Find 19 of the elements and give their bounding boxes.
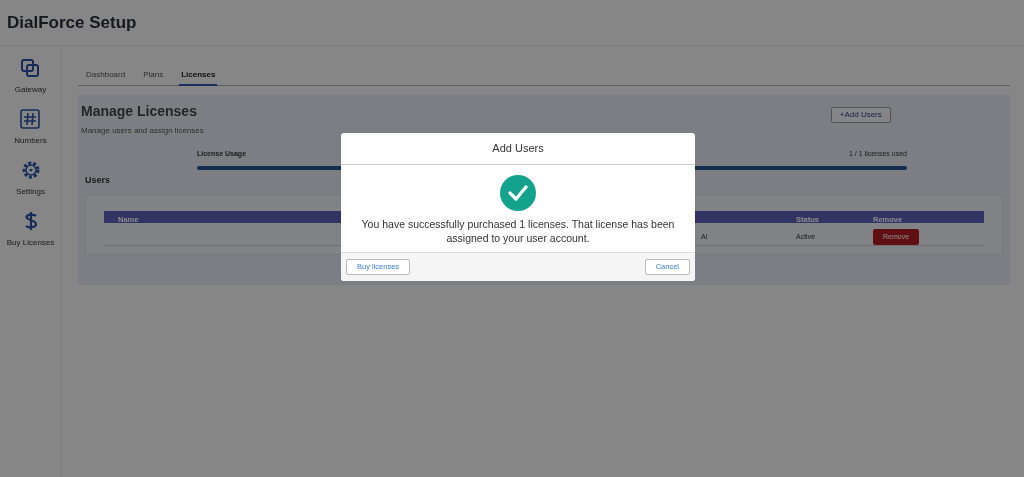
dollar-icon	[23, 211, 38, 231]
sidebar-item[interactable]: Settings	[16, 186, 45, 198]
dialog-title: Add Users	[492, 141, 544, 157]
add-users-button[interactable]: +Add Users	[830, 107, 891, 123]
dialog-message: You have successfully purchased 1 licenses. That license has been assigned to your user account.	[360, 217, 676, 245]
tab[interactable]: Licenses	[179, 66, 218, 86]
sidebar-item[interactable]: Buy Licenses	[6, 237, 55, 249]
tab[interactable]: Plans	[141, 66, 166, 86]
hash-icon	[20, 109, 41, 129]
sidebar-item[interactable]: Gateway	[14, 84, 47, 96]
page-title: Manage Licenses	[81, 102, 198, 121]
app-title: DialForce Setup	[7, 11, 137, 34]
users-heading: Users	[85, 173, 112, 187]
page-subtitle: Manage users and assign licenses	[81, 125, 204, 137]
check-circle-icon	[500, 175, 536, 211]
gear-icon	[20, 160, 41, 180]
sidebar-item[interactable]: Numbers	[14, 135, 47, 147]
tab[interactable]: Dashboard	[84, 66, 128, 86]
overlapping-squares-icon	[20, 58, 41, 78]
